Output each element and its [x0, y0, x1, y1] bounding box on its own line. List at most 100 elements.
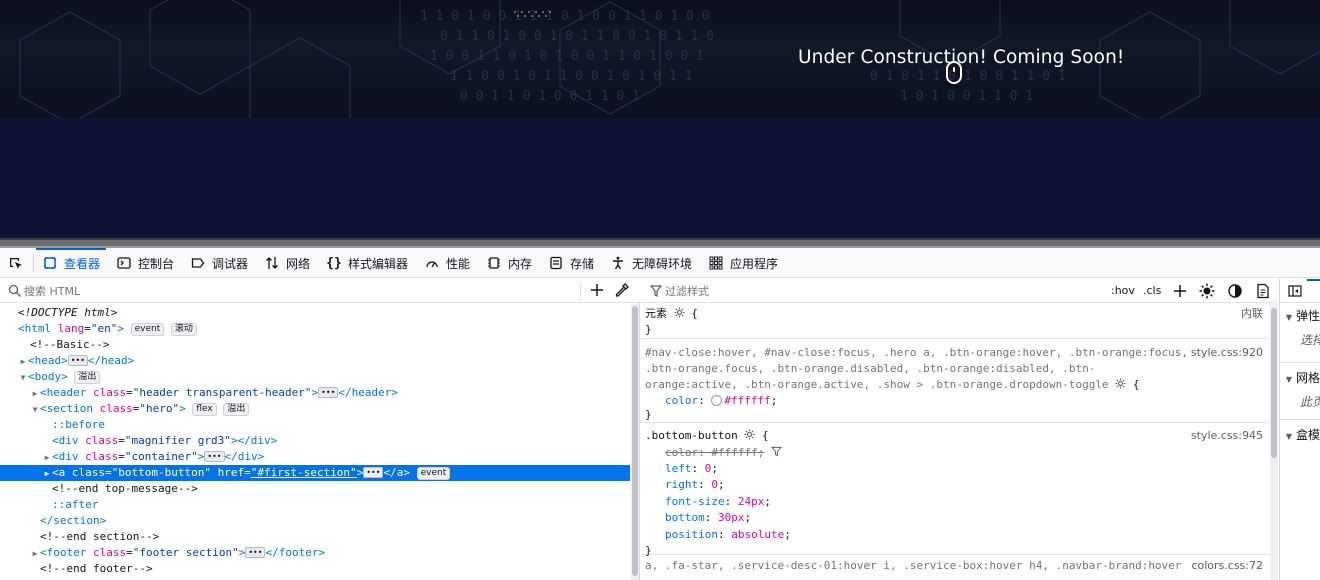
collapsed-ellipsis[interactable]: •••	[318, 387, 339, 398]
rule-source[interactable]: colors.css:72	[1191, 558, 1263, 574]
rule-source[interactable]: style.css:920	[1191, 345, 1263, 361]
dark-scheme-icon[interactable]	[1227, 283, 1243, 299]
flexbox-section[interactable]: ▼ 弹性	[1280, 307, 1320, 324]
css-declaration[interactable]: position: absolute;	[665, 527, 791, 543]
tab-network[interactable]: 网络	[264, 248, 310, 278]
tree-row[interactable]: ▶ <div class="container"> ••• </div>	[0, 449, 630, 465]
style-editor-icon: {}	[326, 255, 342, 271]
tab-debugger[interactable]: 调试器	[190, 248, 248, 278]
tree-row-selected[interactable]: ▶ <a class="bottom-button" href="#first-s…	[0, 465, 630, 481]
tag-bracket: >	[117, 322, 124, 335]
expand-toggle-icon[interactable]: ▶	[18, 354, 28, 370]
css-declaration[interactable]: color: #ffffff;	[665, 393, 777, 409]
tree-row[interactable]: ▶ <header class="header transparent-heade…	[0, 385, 630, 401]
tree-row[interactable]: <!--end footer-->	[0, 561, 630, 577]
rule-selector-line[interactable]: .bottom-button {	[645, 428, 769, 444]
devtools-resize-handle[interactable]	[0, 238, 1320, 248]
tree-row[interactable]: <!DOCTYPE html>	[0, 305, 630, 321]
attr-value: "header transparent-header"	[132, 386, 312, 399]
classes-toggle[interactable]: .cls	[1143, 282, 1161, 300]
tree-row[interactable]: </section>	[0, 513, 630, 529]
rule-selector-line[interactable]: .btn-orange.focus, .btn-orange.disabled,…	[645, 361, 1095, 377]
tab-performance[interactable]: 性能	[424, 248, 470, 278]
rule-selector-line[interactable]: a, .fa-star, .service-desc-01:hover i, .…	[645, 558, 1181, 574]
tree-row[interactable]: ▼ <body> 溢出	[0, 369, 630, 385]
tree-row[interactable]: <!--Basic-->	[0, 337, 630, 353]
rules-scrollbar[interactable]	[1270, 304, 1278, 580]
tab-console[interactable]: 控制台	[116, 248, 174, 278]
overflow-badge[interactable]: 溢出	[223, 403, 250, 416]
expand-toggle-icon[interactable]: ▶	[42, 450, 52, 466]
sidepane-active-tab[interactable]	[1281, 279, 1320, 303]
rule-source[interactable]: 内联	[1241, 306, 1263, 322]
grid-section[interactable]: ▼ 网格	[1280, 362, 1320, 386]
tree-row[interactable]: <html lang="en"> event 滚动	[0, 321, 630, 337]
tab-application[interactable]: 应用程序	[708, 248, 778, 278]
event-badge[interactable]: event	[416, 467, 451, 480]
gear-icon[interactable]	[674, 307, 685, 318]
add-rule-icon[interactable]	[1172, 283, 1188, 299]
section-title: 网格	[1296, 371, 1320, 385]
scroll-badge[interactable]: 滚动	[170, 323, 197, 336]
rule-source[interactable]: style.css:945	[1191, 428, 1263, 444]
event-badge[interactable]: event	[130, 323, 165, 336]
tab-style-editor[interactable]: {} 样式编辑器	[326, 248, 408, 278]
collapsed-ellipsis[interactable]: •••	[67, 355, 88, 366]
element-picker-icon[interactable]	[6, 254, 26, 274]
tree-row[interactable]: ▶ <head> ••• </head>	[0, 353, 630, 369]
tag-bracket: >	[356, 466, 364, 479]
href-link[interactable]: "#first-section"	[251, 466, 357, 479]
search-bar-separator	[580, 282, 581, 300]
css-property: color	[665, 394, 699, 407]
rule-selector-line[interactable]: #nav-close:hover, #nav-close:focus, .her…	[645, 345, 1188, 361]
css-declaration[interactable]: left: 0;	[665, 461, 718, 477]
scrollbar-thumb[interactable]	[1271, 308, 1277, 458]
collapse-toggle-icon[interactable]: ▼	[18, 370, 28, 386]
light-scheme-icon[interactable]	[1199, 283, 1215, 299]
css-declaration-overridden[interactable]: color: #ffffff;	[665, 445, 782, 461]
css-declaration[interactable]: bottom: 30px;	[665, 510, 751, 526]
markup-pane: <!DOCTYPE html> <html lang="en"> event 滚…	[0, 279, 640, 580]
tab-inspector[interactable]: 查看器	[35, 248, 107, 278]
svg-text:1 1 0 1 0 0 1 1 1 0 1 0 0 1 1: 1 1 0 1 0 0 1 1 1 0 1 0 0 1 1 0 1 0 0	[420, 9, 710, 24]
tree-row[interactable]: ▼ <section class="hero"> flex 溢出	[0, 401, 630, 417]
collapse-caret-icon: ▼	[1285, 375, 1293, 384]
expand-toggle-icon[interactable]: ▶	[30, 386, 40, 402]
flex-badge[interactable]: flex	[192, 403, 217, 416]
scrollbar-thumb[interactable]	[632, 306, 638, 576]
gear-icon[interactable]	[744, 429, 755, 440]
rule-selector-line[interactable]: 元素 {	[645, 306, 698, 322]
tree-row[interactable]: <!--end section-->	[0, 529, 630, 545]
collapsed-ellipsis[interactable]: •••	[245, 547, 266, 558]
css-declaration[interactable]: font-size: 24px;	[665, 494, 771, 510]
scroll-mouse-icon[interactable]	[946, 61, 962, 84]
tree-row[interactable]: <div class="magnifier grd3"></div>	[0, 433, 630, 449]
gear-icon[interactable]	[1115, 378, 1126, 389]
tab-accessibility[interactable]: 无障碍环境	[610, 248, 692, 278]
tree-row[interactable]: ▶ <footer class="footer section"> ••• </foo…	[0, 545, 630, 561]
markup-scrollbar[interactable]	[631, 304, 639, 580]
print-media-icon[interactable]	[1255, 283, 1271, 299]
tree-row[interactable]: <!--end top-message-->	[0, 481, 630, 497]
box-model-section[interactable]: ▼ 盒模	[1280, 419, 1320, 443]
collapse-toggle-icon[interactable]: ▼	[30, 402, 40, 418]
expand-toggle-icon[interactable]: ▶	[42, 466, 52, 482]
overflow-badge[interactable]: 溢出	[74, 371, 101, 384]
color-swatch[interactable]	[711, 395, 723, 406]
rule-selector-line[interactable]: orange:active, .btn-orange.active, .show…	[645, 377, 1139, 393]
tree-row[interactable]: ::after	[0, 497, 630, 513]
expand-toggle-icon[interactable]: ▶	[30, 546, 40, 562]
hover-states-toggle[interactable]: :hov	[1111, 282, 1135, 300]
filter-rules-icon[interactable]	[770, 446, 782, 457]
collapsed-ellipsis[interactable]: •••	[363, 467, 384, 478]
collapsed-ellipsis[interactable]: •••	[204, 451, 225, 462]
add-node-button[interactable]	[588, 282, 606, 300]
eyedropper-button[interactable]	[614, 282, 632, 300]
styles-filter-input[interactable]	[665, 282, 1085, 300]
tab-storage[interactable]: 存储	[548, 248, 594, 278]
tab-memory[interactable]: 内存	[486, 248, 532, 278]
css-declaration[interactable]: right: 0;	[665, 477, 725, 493]
tree-row[interactable]: ::before	[0, 417, 630, 433]
html-search-input[interactable]	[24, 282, 564, 300]
attr-name: class	[85, 450, 119, 463]
